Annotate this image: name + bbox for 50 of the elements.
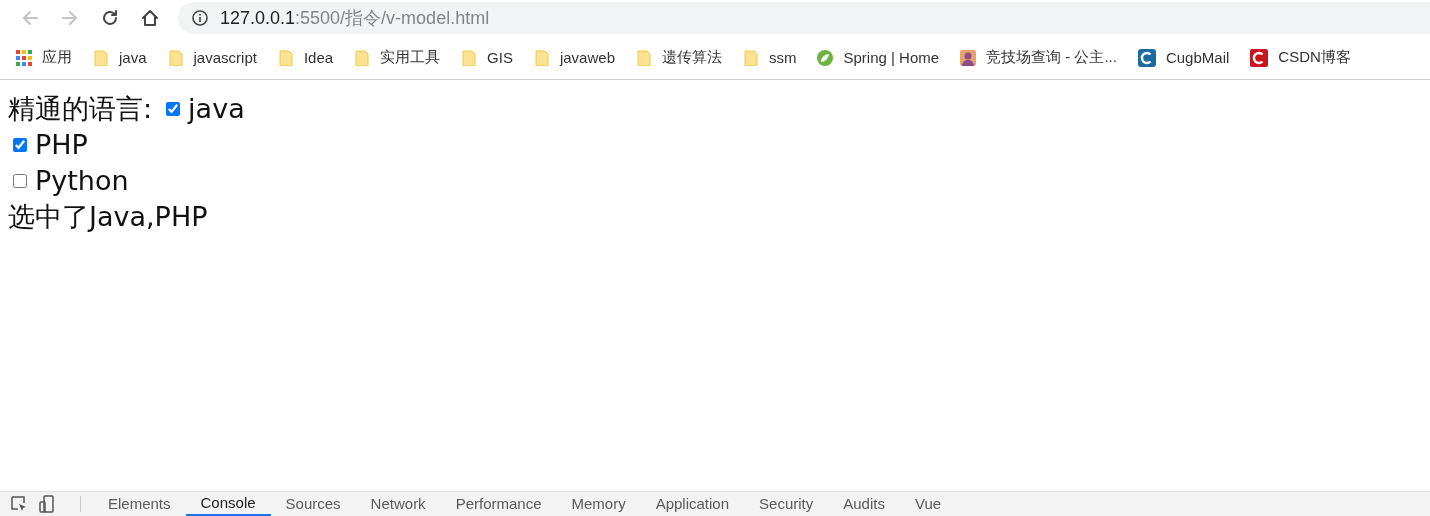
bookmark-link[interactable]: CSDN博客 bbox=[1278, 48, 1351, 67]
address-field[interactable]: 127.0.0.1:5500/指令/v-model.html bbox=[220, 6, 490, 30]
devtools-tab[interactable]: Elements bbox=[93, 493, 186, 515]
folder-icon bbox=[533, 49, 550, 66]
option-label[interactable]: Python bbox=[35, 165, 129, 196]
checkbox[interactable] bbox=[13, 173, 27, 188]
checkbox[interactable] bbox=[13, 137, 27, 152]
blog-icon bbox=[1250, 48, 1269, 67]
devtools-tab[interactable]: Memory bbox=[556, 493, 641, 515]
option-label[interactable]: java bbox=[188, 93, 245, 124]
bookmark-link[interactable]: 遗传算法 bbox=[662, 48, 722, 67]
info-icon[interactable] bbox=[192, 10, 208, 26]
bookmark-link[interactable]: javaweb bbox=[559, 49, 615, 66]
bookmark-link[interactable]: GIS bbox=[487, 49, 513, 66]
bookmark-link[interactable]: 实用工具 bbox=[380, 48, 441, 67]
folder-icon bbox=[461, 49, 478, 66]
devtools-tab[interactable]: Performance bbox=[440, 493, 557, 515]
option-label[interactable]: PHP bbox=[35, 129, 88, 160]
home-icon[interactable] bbox=[140, 8, 160, 28]
device-icon[interactable] bbox=[38, 495, 56, 513]
folder-icon bbox=[743, 49, 759, 66]
devtools-tab[interactable]: Vue bbox=[899, 493, 957, 515]
question-text: 精通的语言: bbox=[8, 93, 153, 124]
result-text: 选中了Java,PHP bbox=[8, 200, 208, 234]
devtools-tab[interactable]: Application bbox=[640, 493, 745, 515]
devtools-tab[interactable]: Security bbox=[744, 493, 829, 515]
folder-icon bbox=[93, 49, 109, 66]
bookmark-link[interactable]: ssm bbox=[769, 49, 797, 66]
mail-icon bbox=[1137, 48, 1156, 67]
leaf-icon bbox=[817, 49, 834, 66]
bookmark-link[interactable]: 应用 bbox=[42, 48, 72, 67]
bookmark-link[interactable]: java bbox=[119, 49, 147, 66]
folder-icon bbox=[354, 49, 371, 66]
inspect-icon[interactable] bbox=[10, 495, 28, 513]
bookmark-link[interactable]: 竞技场查询 - 公主... bbox=[986, 48, 1117, 67]
apps-icon bbox=[16, 49, 32, 66]
reload-icon[interactable] bbox=[100, 8, 120, 28]
devtools-tab[interactable]: Console bbox=[185, 492, 271, 516]
devtools-tab[interactable]: Audits bbox=[828, 493, 900, 515]
bookmark-link[interactable]: Spring | Home bbox=[843, 49, 940, 66]
avatar-icon bbox=[960, 49, 977, 66]
bookmark-link[interactable]: Idea bbox=[303, 49, 334, 66]
folder-icon bbox=[636, 49, 652, 66]
devtools-tab[interactable]: Network bbox=[355, 493, 441, 515]
devtools-tab[interactable]: Sources bbox=[270, 493, 356, 515]
bookmark-link[interactable]: javascript bbox=[193, 49, 257, 66]
bookmark-link[interactable]: CugbMail bbox=[1165, 49, 1230, 66]
folder-icon bbox=[167, 49, 184, 66]
folder-icon bbox=[277, 49, 294, 66]
checkbox[interactable] bbox=[166, 101, 181, 116]
